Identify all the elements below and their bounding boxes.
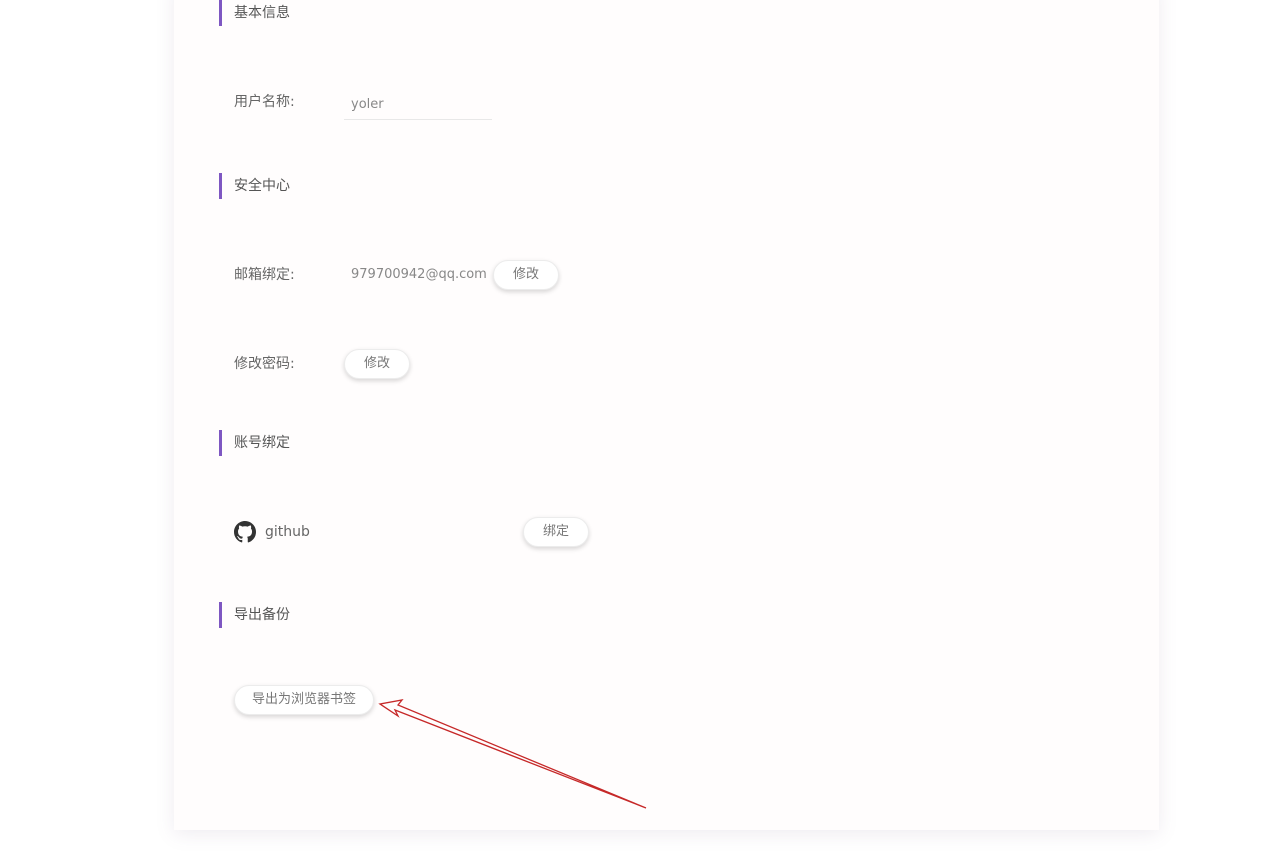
section-title-security: 安全中心 xyxy=(219,173,290,199)
username-label: 用户名称: xyxy=(234,94,295,110)
email-modify-button[interactable]: 修改 xyxy=(493,260,559,290)
section-title-basic-info: 基本信息 xyxy=(219,0,290,26)
email-label: 邮箱绑定: xyxy=(234,267,295,283)
password-modify-button[interactable]: 修改 xyxy=(344,349,410,379)
settings-page: 基本信息 用户名称: 安全中心 邮箱绑定: 979700942@qq.com 修… xyxy=(0,0,1272,865)
password-label: 修改密码: xyxy=(234,356,295,372)
username-input[interactable] xyxy=(344,90,492,120)
github-label: github xyxy=(265,524,310,540)
section-title-account-binding: 账号绑定 xyxy=(219,430,290,456)
github-bind-button[interactable]: 绑定 xyxy=(523,517,589,547)
export-bookmarks-button[interactable]: 导出为浏览器书签 xyxy=(234,685,374,715)
email-value: 979700942@qq.com xyxy=(351,267,487,282)
github-icon xyxy=(234,521,256,543)
section-title-export-backup: 导出备份 xyxy=(219,602,290,628)
github-row: github xyxy=(234,521,310,543)
